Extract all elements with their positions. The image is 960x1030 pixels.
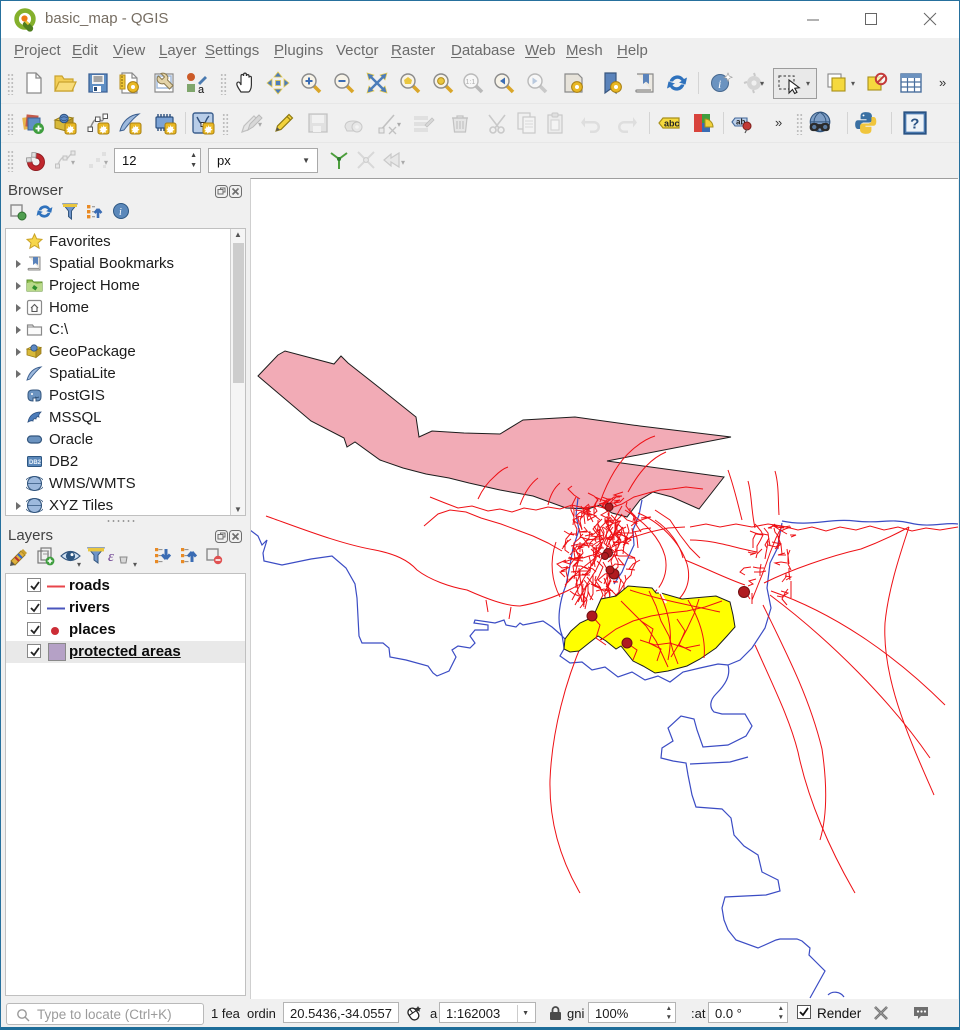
svg-text:?: ? (910, 115, 919, 132)
svg-text:1:1: 1:1 (466, 79, 476, 86)
svg-text:abc: abc (664, 119, 680, 129)
svg-text:a: a (198, 84, 205, 95)
svg-text:i: i (718, 77, 721, 91)
svg-text:ε: ε (108, 549, 114, 565)
svg-text:i: i (119, 207, 122, 218)
svg-text:DB2: DB2 (29, 460, 42, 466)
